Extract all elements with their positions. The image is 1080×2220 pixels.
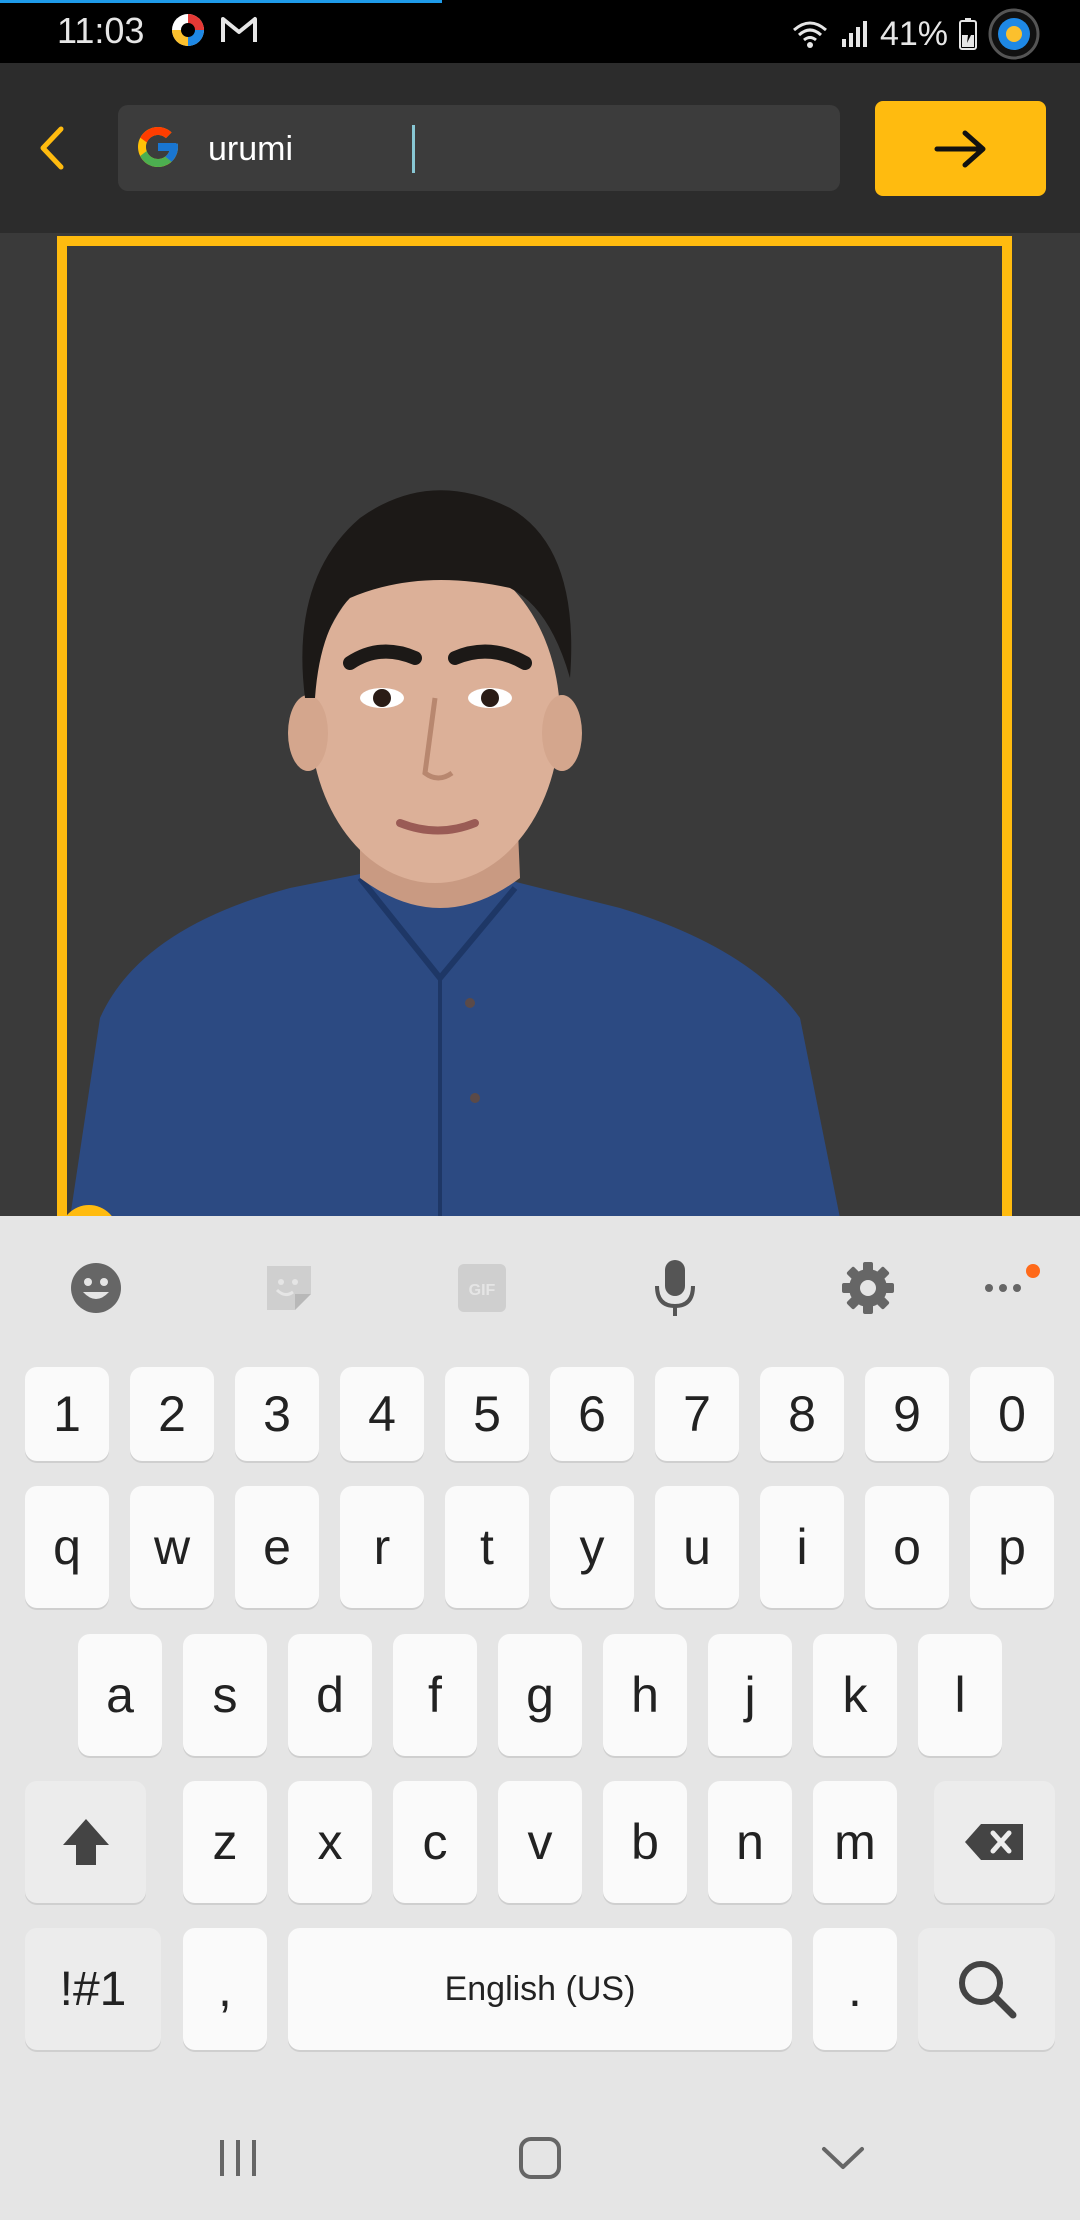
notification-icons bbox=[170, 12, 258, 48]
key-h[interactable]: h bbox=[603, 1634, 687, 1756]
shift-key[interactable] bbox=[25, 1781, 146, 1903]
key-c[interactable]: c bbox=[393, 1781, 477, 1903]
sticker-icon[interactable] bbox=[257, 1256, 321, 1320]
go-button[interactable] bbox=[875, 101, 1046, 196]
key-5[interactable]: 5 bbox=[445, 1367, 529, 1461]
battery-percent: 41% bbox=[879, 14, 948, 53]
key-j[interactable]: j bbox=[708, 1634, 792, 1756]
key-e[interactable]: e bbox=[235, 1486, 319, 1608]
chevron-left-icon bbox=[40, 126, 64, 170]
search-input[interactable] bbox=[206, 123, 810, 175]
key-s[interactable]: s bbox=[183, 1634, 267, 1756]
hide-keyboard-icon bbox=[822, 2147, 864, 2169]
top-bar bbox=[0, 63, 1080, 233]
key-l[interactable]: l bbox=[918, 1634, 1002, 1756]
key-z[interactable]: z bbox=[183, 1781, 267, 1903]
key-t[interactable]: t bbox=[445, 1486, 529, 1608]
key-3[interactable]: 3 bbox=[235, 1367, 319, 1461]
gif-icon[interactable]: GIF bbox=[450, 1256, 514, 1320]
key-q[interactable]: q bbox=[25, 1486, 109, 1608]
app-notification-icon bbox=[172, 14, 204, 46]
keyboard-toolbar: GIF bbox=[0, 1216, 1080, 1361]
symbols-key[interactable]: !#1 bbox=[25, 1928, 161, 2050]
key-r[interactable]: r bbox=[340, 1486, 424, 1608]
backspace-key[interactable] bbox=[934, 1781, 1055, 1903]
status-right: 41% bbox=[790, 8, 1040, 60]
key-f[interactable]: f bbox=[393, 1634, 477, 1756]
comma-key[interactable]: , bbox=[183, 1928, 267, 2050]
recent-apps-button[interactable] bbox=[208, 2128, 268, 2188]
status-bar: 11:03 41% bbox=[0, 0, 1080, 63]
wifi-icon bbox=[792, 21, 827, 48]
microphone-icon[interactable] bbox=[643, 1256, 707, 1320]
home-icon bbox=[519, 2137, 561, 2179]
page-load-progress bbox=[0, 0, 442, 3]
signal-icon bbox=[841, 21, 867, 47]
gmail-icon bbox=[221, 17, 257, 42]
key-i[interactable]: i bbox=[760, 1486, 844, 1608]
home-button[interactable] bbox=[510, 2128, 570, 2188]
key-7[interactable]: 7 bbox=[655, 1367, 739, 1461]
key-v[interactable]: v bbox=[498, 1781, 582, 1903]
recent-apps-icon bbox=[220, 2140, 256, 2176]
space-key[interactable]: English (US) bbox=[288, 1928, 792, 2050]
key-x[interactable]: x bbox=[288, 1781, 372, 1903]
gif-label: GIF bbox=[469, 1282, 496, 1299]
key-a[interactable]: a bbox=[78, 1634, 162, 1756]
key-0[interactable]: 0 bbox=[970, 1367, 1054, 1461]
key-4[interactable]: 4 bbox=[340, 1367, 424, 1461]
key-8[interactable]: 8 bbox=[760, 1367, 844, 1461]
key-b[interactable]: b bbox=[603, 1781, 687, 1903]
person-photo bbox=[70, 490, 840, 1216]
search-icon bbox=[958, 1961, 1016, 2019]
key-n[interactable]: n bbox=[708, 1781, 792, 1903]
hide-keyboard-button[interactable] bbox=[813, 2128, 873, 2188]
key-2[interactable]: 2 bbox=[130, 1367, 214, 1461]
emoji-icon[interactable] bbox=[64, 1256, 128, 1320]
status-time: 11:03 bbox=[57, 10, 145, 51]
search-bar[interactable] bbox=[118, 105, 840, 191]
key-w[interactable]: w bbox=[130, 1486, 214, 1608]
image-preview[interactable] bbox=[0, 233, 1080, 1216]
text-cursor bbox=[412, 125, 415, 173]
key-6[interactable]: 6 bbox=[550, 1367, 634, 1461]
on-screen-keyboard: GIF 1 2 3 4 5 6 7 8 9 0 q w e r t y u i … bbox=[0, 1216, 1080, 2220]
key-m[interactable]: m bbox=[813, 1781, 897, 1903]
backspace-icon bbox=[964, 1824, 1023, 1860]
search-key[interactable] bbox=[918, 1928, 1055, 2050]
key-p[interactable]: p bbox=[970, 1486, 1054, 1608]
back-button[interactable] bbox=[22, 118, 82, 178]
key-o[interactable]: o bbox=[865, 1486, 949, 1608]
settings-icon[interactable] bbox=[836, 1256, 900, 1320]
key-g[interactable]: g bbox=[498, 1634, 582, 1756]
period-key[interactable]: . bbox=[813, 1928, 897, 2050]
shift-icon bbox=[62, 1819, 109, 1865]
arrow-right-icon bbox=[934, 130, 985, 167]
navigation-bar bbox=[0, 2090, 1080, 2220]
google-g-icon bbox=[138, 127, 178, 167]
key-9[interactable]: 9 bbox=[865, 1367, 949, 1461]
battery-charging-icon bbox=[959, 18, 977, 50]
key-1[interactable]: 1 bbox=[25, 1367, 109, 1461]
notification-dot bbox=[1026, 1264, 1040, 1278]
key-y[interactable]: y bbox=[550, 1486, 634, 1608]
key-d[interactable]: d bbox=[288, 1634, 372, 1756]
floating-app-icon[interactable] bbox=[988, 8, 1040, 60]
key-u[interactable]: u bbox=[655, 1486, 739, 1608]
key-k[interactable]: k bbox=[813, 1634, 897, 1756]
